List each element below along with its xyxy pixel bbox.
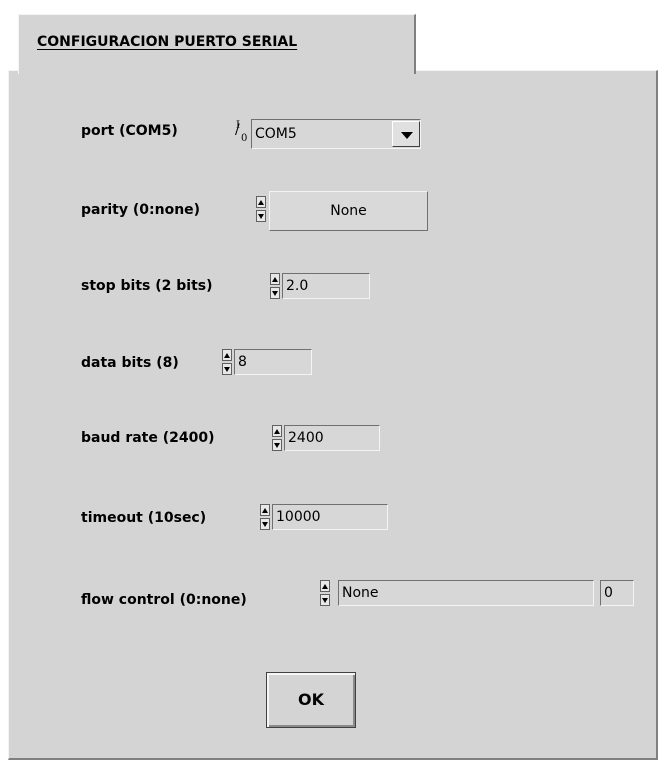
tab-label: CONFIGURACION PUERTO SERIAL [37, 34, 298, 50]
increment-arrow-icon[interactable] [260, 504, 270, 516]
increment-arrow-icon[interactable] [272, 425, 282, 437]
parity-ring[interactable]: None [269, 191, 428, 231]
data-bits-label: data bits (8) [81, 355, 179, 371]
baud-rate-input[interactable]: 2400 [284, 425, 380, 451]
flow-control-label: flow control (0:none) [81, 592, 247, 608]
decrement-arrow-icon[interactable] [272, 439, 282, 451]
decrement-arrow-icon[interactable] [320, 594, 330, 606]
flow-control-ring[interactable]: None [338, 580, 594, 606]
stop-bits-label: stop bits (2 bits) [81, 278, 213, 294]
baud-rate-spin[interactable] [272, 425, 282, 451]
data-bits-input[interactable]: 8 [234, 349, 312, 375]
flow-control-spin[interactable] [320, 580, 330, 606]
port-label: port (COM5) [81, 123, 178, 139]
timeout-input[interactable]: 10000 [272, 504, 388, 530]
decrement-arrow-icon[interactable] [270, 287, 280, 299]
chevron-down-icon[interactable] [392, 121, 420, 147]
decrement-arrow-icon[interactable] [260, 518, 270, 530]
increment-arrow-icon[interactable] [222, 349, 232, 361]
decrement-arrow-icon[interactable] [256, 210, 266, 222]
stop-bits-spin[interactable] [270, 273, 280, 299]
tab-panel [8, 70, 658, 760]
io-resource-icon[interactable]: I / 0 [231, 119, 253, 147]
increment-arrow-icon[interactable] [256, 196, 266, 208]
increment-arrow-icon[interactable] [270, 273, 280, 285]
parity-label: parity (0:none) [81, 202, 201, 218]
timeout-label: timeout (10sec) [81, 510, 207, 526]
ok-button[interactable]: OK [266, 672, 356, 728]
timeout-spin[interactable] [260, 504, 270, 530]
data-bits-spin[interactable] [222, 349, 232, 375]
parity-spin[interactable] [256, 196, 266, 222]
io-icon-slash: / [235, 122, 240, 138]
tab-configuracion-puerto-serial[interactable]: CONFIGURACION PUERTO SERIAL [18, 14, 416, 74]
increment-arrow-icon[interactable] [320, 580, 330, 592]
io-icon-bottom: 0 [241, 133, 248, 144]
baud-rate-label: baud rate (2400) [81, 430, 215, 446]
stop-bits-input[interactable]: 2.0 [282, 273, 370, 299]
decrement-arrow-icon[interactable] [222, 363, 232, 375]
flow-control-index: 0 [600, 580, 634, 606]
